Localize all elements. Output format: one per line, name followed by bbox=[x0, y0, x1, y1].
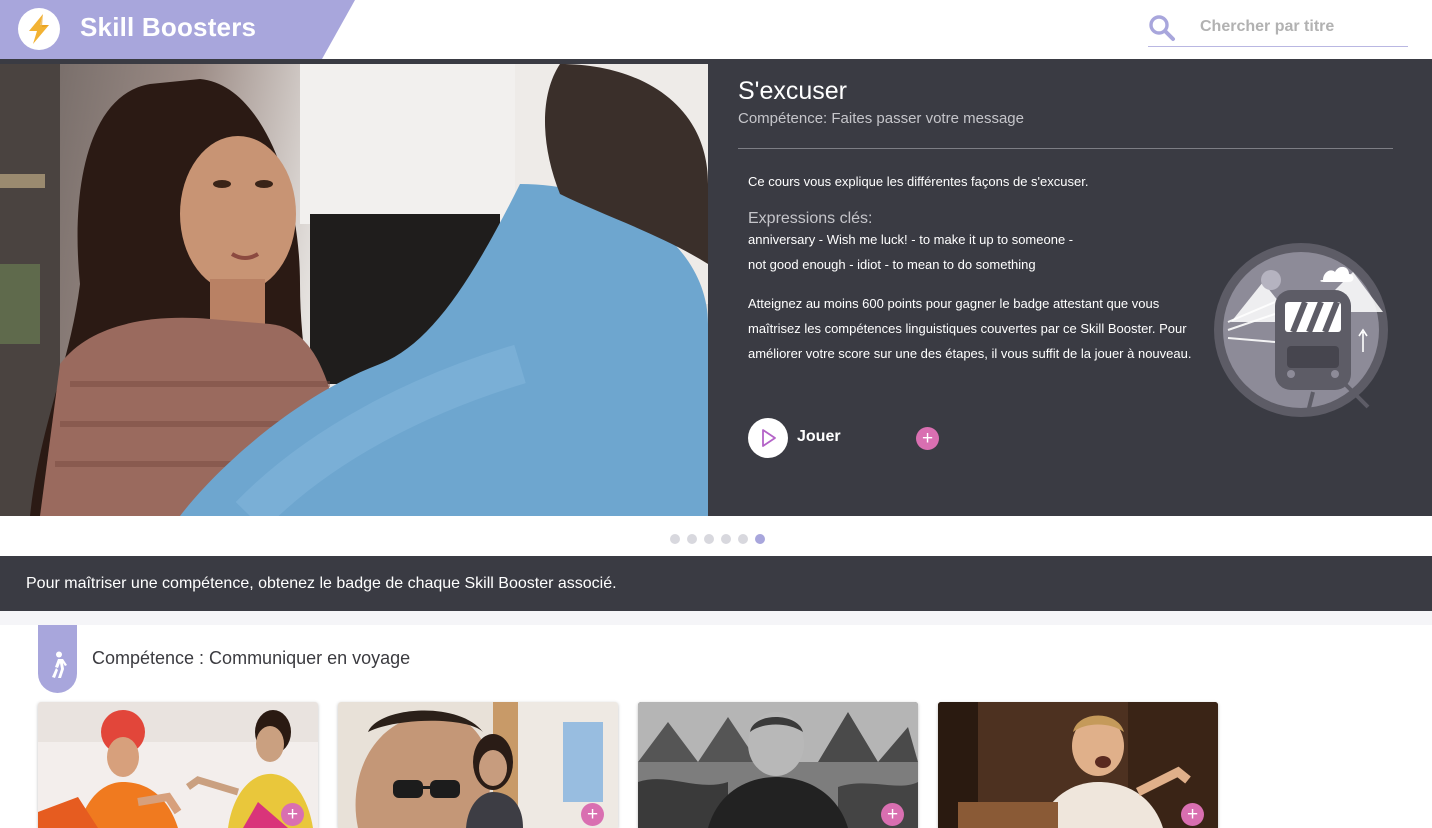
card-thumbnail bbox=[938, 702, 1218, 828]
keywords-line: not good enough - idiot - to mean to do … bbox=[748, 257, 1036, 272]
search-bar[interactable] bbox=[1148, 10, 1408, 47]
badge-goal-text: Atteignez au moins 600 points pour gagne… bbox=[748, 296, 1192, 361]
section-separator bbox=[0, 611, 1432, 625]
add-to-list-button[interactable]: + bbox=[916, 427, 939, 450]
section-title: Compétence : Communiquer en voyage bbox=[92, 648, 411, 668]
card-thumbnail bbox=[38, 702, 318, 828]
info-banner: Pour maîtriser une compétence, obtenez l… bbox=[0, 556, 1432, 611]
plus-icon: + bbox=[921, 428, 934, 449]
course-video-thumbnail[interactable] bbox=[0, 64, 708, 516]
plus-icon: + bbox=[886, 804, 899, 825]
course-card[interactable]: + bbox=[938, 702, 1218, 828]
info-text: Pour maîtriser une compétence, obtenez l… bbox=[26, 575, 617, 592]
carousel-dot-active[interactable] bbox=[755, 534, 765, 544]
keywords-label: Expressions clés: bbox=[748, 210, 873, 227]
plus-icon: + bbox=[1186, 804, 1199, 825]
lightning-bolt-icon bbox=[18, 8, 60, 50]
train-badge-icon bbox=[1213, 242, 1389, 418]
card-thumbnail bbox=[338, 702, 618, 828]
search-input[interactable] bbox=[1200, 14, 1400, 40]
carousel-dot[interactable] bbox=[738, 534, 748, 544]
carousel-dot[interactable] bbox=[670, 534, 680, 544]
add-to-list-button[interactable]: + bbox=[281, 803, 304, 826]
plus-icon: + bbox=[586, 804, 599, 825]
add-to-list-button[interactable]: + bbox=[581, 803, 604, 826]
top-bar: Skill Boosters bbox=[0, 0, 1432, 59]
keywords-line: anniversary - Wish me luck! - to make it… bbox=[748, 232, 1074, 247]
add-to-list-button[interactable]: + bbox=[1181, 803, 1204, 826]
card-thumbnail bbox=[638, 702, 918, 828]
app-title: Skill Boosters bbox=[80, 12, 257, 42]
carousel-pagination bbox=[670, 534, 765, 544]
divider bbox=[738, 148, 1393, 149]
course-skill: Compétence: Faites passer votre message bbox=[738, 110, 1024, 127]
carousel-dot[interactable] bbox=[687, 534, 697, 544]
course-card[interactable]: + bbox=[38, 702, 318, 828]
carousel-dot[interactable] bbox=[721, 534, 731, 544]
featured-course: S'excuser Compétence: Faites passer votr… bbox=[0, 59, 1432, 516]
play-icon bbox=[762, 429, 776, 447]
course-details-panel: S'excuser Compétence: Faites passer votr… bbox=[708, 59, 1432, 516]
play-button[interactable] bbox=[748, 418, 788, 458]
course-card[interactable]: + bbox=[338, 702, 618, 828]
walking-person-icon bbox=[38, 625, 77, 693]
brand-banner[interactable]: Skill Boosters bbox=[0, 0, 355, 59]
plus-icon: + bbox=[286, 804, 299, 825]
add-to-list-button[interactable]: + bbox=[881, 803, 904, 826]
course-description: Ce cours vous explique les différentes f… bbox=[748, 174, 1089, 189]
search-icon[interactable] bbox=[1148, 14, 1176, 42]
carousel-dot[interactable] bbox=[704, 534, 714, 544]
course-card[interactable]: + bbox=[638, 702, 918, 828]
play-label[interactable]: Jouer bbox=[797, 428, 841, 446]
course-title: S'excuser bbox=[738, 77, 847, 105]
